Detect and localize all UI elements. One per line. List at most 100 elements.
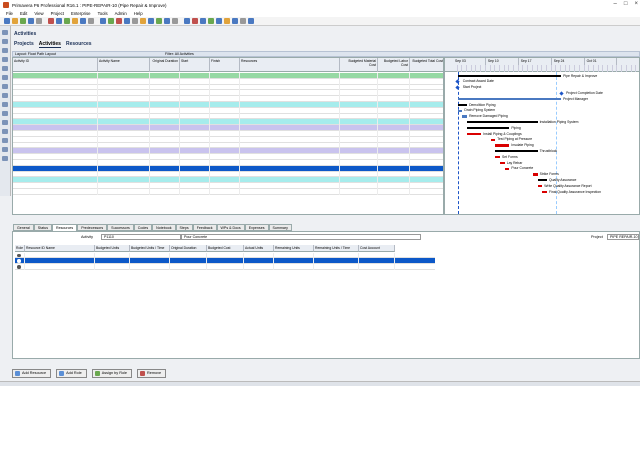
activity-id-box[interactable]: P1110 [101,234,181,240]
toolbar-tool-icon[interactable] [108,18,114,24]
toolbar-tool-icon[interactable] [72,18,78,24]
sidebar-nav-icon[interactable] [2,39,8,44]
sidebar-nav-icon[interactable] [2,120,8,125]
toolbar-tool-icon[interactable] [4,18,10,24]
toolbar-tool-icon[interactable] [216,18,222,24]
resource-column-header[interactable]: Remaining Units / Time [314,245,359,252]
project-id-box[interactable]: PIPE REPAIR-10 [607,234,639,240]
detail-tab-notebook[interactable]: Notebook [152,224,176,231]
column-header-start-date[interactable]: Start [180,58,210,72]
column-header-activity-name[interactable]: Activity Name [98,58,150,72]
detail-tab-expenses[interactable]: Expenses [244,224,269,231]
minimize-icon[interactable]: – [614,1,617,7]
sidebar-nav-icon[interactable] [2,111,8,116]
toolbar-tool-icon[interactable] [116,18,122,24]
sidebar-nav-icon[interactable] [2,84,8,89]
resource-column-header[interactable]: Budgeted Cost [207,245,244,252]
toolbar-tool-icon[interactable] [124,18,130,24]
toolbar-tool-icon[interactable] [208,18,214,24]
toolbar-tool-icon[interactable] [28,18,34,24]
toolbar-tool-icon[interactable] [240,18,246,24]
layout-label[interactable]: Layout: Float Path Layout [15,52,56,56]
detail-tab-general[interactable]: General [13,224,34,231]
sidebar-nav-icon[interactable] [2,57,8,62]
toolbar-tool-icon[interactable] [56,18,62,24]
resource-column-header[interactable]: Resource ID Name [25,245,95,252]
toolbar-tool-icon[interactable] [88,18,94,24]
toolbar-tool-icon[interactable] [224,18,230,24]
toolbar-tool-icon[interactable] [140,18,146,24]
detail-tab-wps-docs[interactable]: WPs & Docs [216,224,245,231]
toolbar-tool-icon[interactable] [192,18,198,24]
sidebar-nav-icon[interactable] [2,66,8,71]
sidebar-nav-icon[interactable] [2,138,8,143]
resource-column-header[interactable]: Cost Account [359,245,395,252]
activity-name-box[interactable]: Pour Concrete [181,234,421,240]
menu-item-view[interactable]: View [34,11,43,16]
toolbar-tool-icon[interactable] [164,18,170,24]
resource-assignment-row[interactable] [15,264,435,270]
toolbar-tool-icon[interactable] [100,18,106,24]
sidebar-nav-icon[interactable] [2,147,8,152]
toolbar-tool-icon[interactable] [156,18,162,24]
sidebar-nav-icon[interactable] [2,102,8,107]
menu-item-project[interactable]: Project [51,11,64,16]
assign-by-role-button[interactable]: Assign by Role [91,369,133,378]
sidebar-nav-icon[interactable] [2,30,8,35]
detail-tab-feedback[interactable]: Feedback [192,224,217,231]
detail-tab-successors[interactable]: Successors [107,224,134,231]
sidebar-nav-icon[interactable] [2,129,8,134]
remove-button[interactable]: Remove [137,369,167,378]
detail-tab-codes[interactable]: Codes [133,224,153,231]
detail-tab-status[interactable]: Status [33,224,52,231]
toolbar-tool-icon[interactable] [20,18,26,24]
resource-column-header[interactable]: Budgeted Units [95,245,130,252]
toolbar-tool-icon[interactable] [132,18,138,24]
sidebar-nav-icon[interactable] [2,156,8,161]
column-header-budgeted-material-cost[interactable]: Budgeted Material Cost [340,58,378,72]
resource-column-header[interactable]: Remaining Units [274,245,314,252]
column-header-activity-id[interactable]: Activity ID [13,58,98,72]
detail-tab-predecessors[interactable]: Predecessors [77,224,108,231]
toolbar-tool-icon[interactable] [248,18,254,24]
activity-row[interactable] [13,189,443,195]
toolbar-tool-icon[interactable] [184,18,190,24]
column-header-budgeted-labor-cost[interactable]: Budgeted Labor Cost [378,58,410,72]
add-role-button[interactable]: Add Role [56,369,87,378]
column-header-resources[interactable]: Resources [240,58,340,72]
toolbar-tool-icon[interactable] [148,18,154,24]
resource-column-header[interactable]: Role [15,245,25,252]
resource-column-header[interactable]: Original Duration [170,245,207,252]
detail-tab-resources[interactable]: Resources [52,224,78,231]
tab-activities[interactable]: Activities [38,41,61,48]
toolbar-tool-icon[interactable] [48,18,54,24]
sidebar-nav-icon[interactable] [2,75,8,80]
toolbar-tool-icon[interactable] [232,18,238,24]
toolbar-tool-icon[interactable] [172,18,178,24]
menu-item-tools[interactable]: Tools [98,11,108,16]
menu-item-edit[interactable]: Edit [20,11,27,16]
toolbar-tool-icon[interactable] [64,18,70,24]
menu-item-admin[interactable]: Admin [115,11,127,16]
menu-item-file[interactable]: File [6,11,13,16]
toolbar-tool-icon[interactable] [80,18,86,24]
tab-resources[interactable]: Resources [66,41,92,48]
column-header-original-duration[interactable]: Original Duration [150,58,180,72]
sidebar-nav-icon[interactable] [2,48,8,53]
maximize-icon[interactable]: □ [624,1,628,7]
menu-item-enterprise[interactable]: Enterprise [71,11,91,16]
column-header-budgeted-total-cost[interactable]: Budgeted Total Cost [410,58,443,72]
filter-label[interactable]: Filter: All Activities [165,52,194,56]
menu-item-help[interactable]: Help [134,11,143,16]
add-resource-button[interactable]: Add Resource [12,369,52,378]
close-icon[interactable]: × [634,1,638,7]
resource-column-header[interactable]: Actual Units [244,245,274,252]
tab-projects[interactable]: Projects [14,41,34,48]
resource-column-header[interactable]: Budgeted Units / Time [130,245,170,252]
sidebar-nav-icon[interactable] [2,93,8,98]
detail-tab-steps[interactable]: Steps [175,224,193,231]
toolbar-tool-icon[interactable] [36,18,42,24]
toolbar-tool-icon[interactable] [12,18,18,24]
detail-tab-summary[interactable]: Summary [268,224,292,231]
toolbar-tool-icon[interactable] [200,18,206,24]
